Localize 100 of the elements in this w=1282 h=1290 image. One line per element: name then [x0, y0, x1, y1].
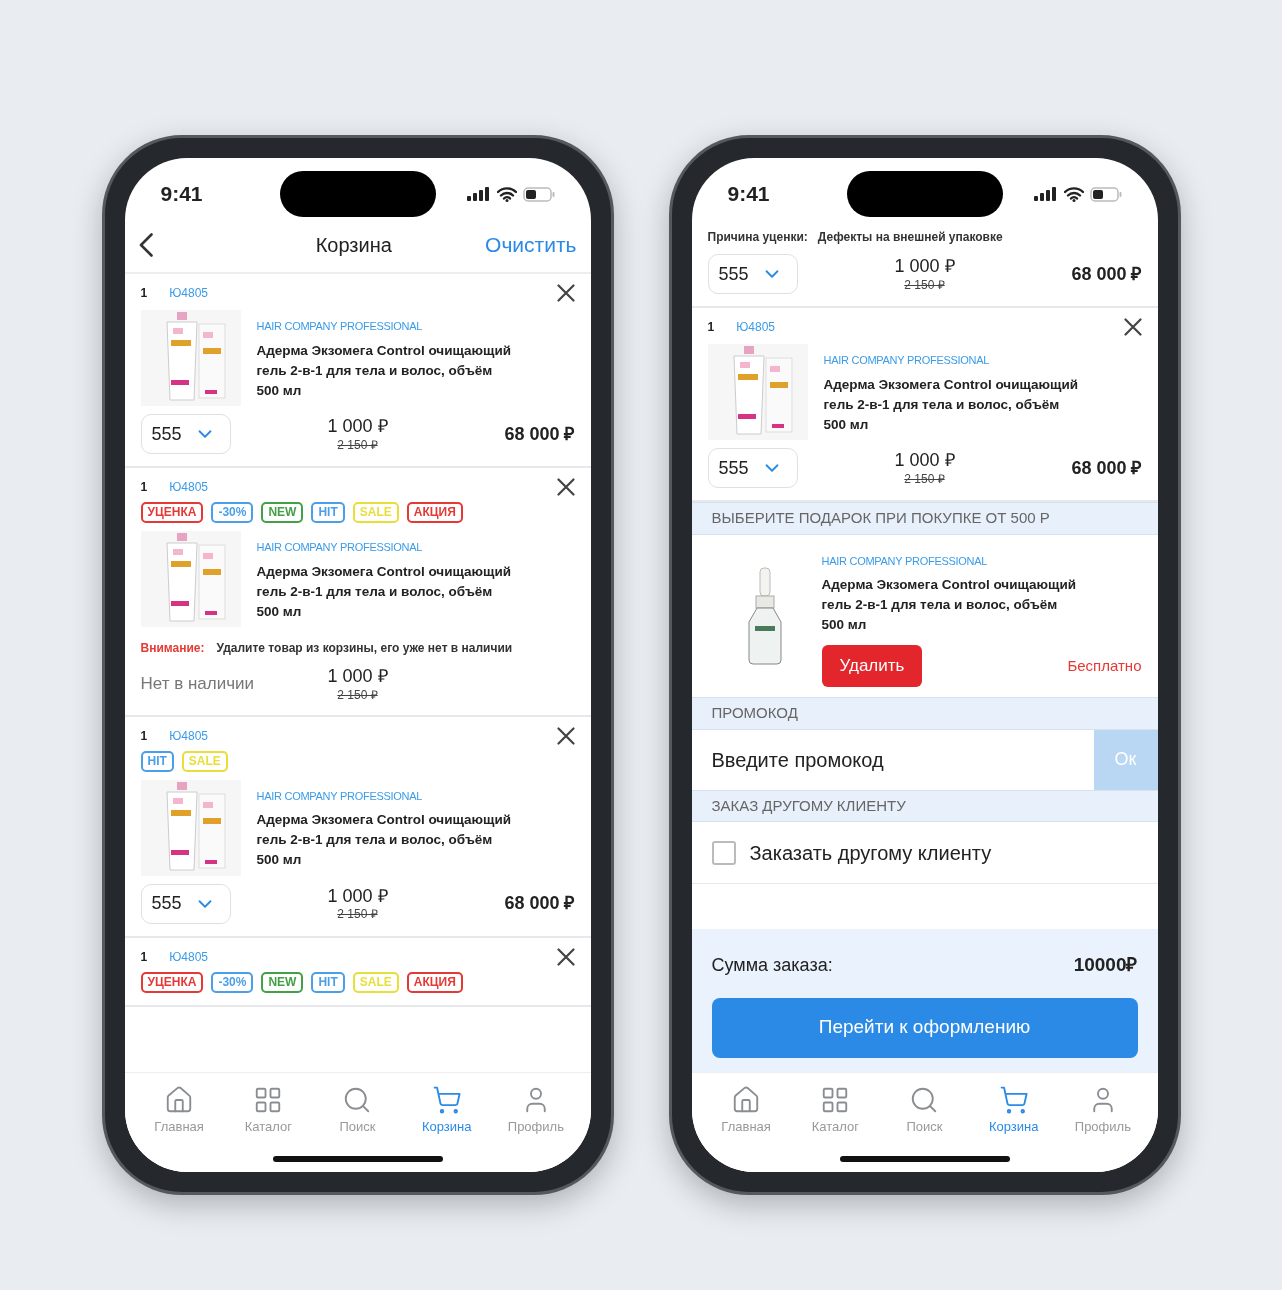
brand-name: HAIR COMPANY PROFESSIONAL: [821, 553, 989, 569]
item-number: 1: [140, 479, 148, 496]
price: 1 000 ₽: [327, 415, 388, 438]
remove-button[interactable]: Удалить: [821, 645, 923, 687]
close-icon: [1123, 318, 1142, 336]
product-tag: NEW: [261, 502, 304, 523]
signal-icon: [466, 187, 491, 201]
product-tag: АКЦИЯ: [406, 502, 463, 523]
quantity-select[interactable]: 555: [707, 448, 798, 488]
quantity-select[interactable]: 555: [140, 414, 231, 454]
battery-icon: [1089, 186, 1122, 202]
product-tag: -30%: [211, 502, 254, 523]
product-name: Адерма Экзомега Control очищающий гель 2-в-1 для тела и волос, объём 500 мл: [821, 576, 1077, 634]
product-tag: HIT: [140, 750, 174, 772]
total-price: 68 000 ₽: [504, 423, 575, 444]
warning-text: Удалите товар из корзины, его уже нет в наличии: [216, 640, 513, 657]
product-tag: УЦЕНКА: [140, 971, 204, 993]
product-tag: HIT: [311, 502, 345, 523]
checkbox-label: Заказать другому клиенту: [749, 840, 992, 866]
cart-icon: [431, 1084, 462, 1115]
price: 1 000 ₽: [327, 884, 388, 908]
close-button[interactable]: [556, 478, 575, 496]
status-time: 9:41: [160, 181, 204, 208]
back-chevron-icon: [138, 233, 153, 257]
old-price: 2 150 ₽: [337, 687, 378, 703]
product-tag: -30%: [211, 971, 254, 993]
tab-bar-item[interactable]: Поиск: [884, 1084, 965, 1136]
close-button[interactable]: [556, 284, 575, 302]
back-button[interactable]: [138, 233, 153, 257]
product-tag: АКЦИЯ: [406, 971, 463, 993]
availability-text: Нет в наличии: [140, 674, 255, 693]
checkout-button[interactable]: Перейти к оформлению: [711, 997, 1138, 1058]
brand-name: HAIR COMPANY PROFESSIONAL: [256, 540, 424, 555]
checkbox[interactable]: [711, 840, 736, 865]
close-button[interactable]: [556, 947, 575, 966]
product-tag: SALE: [352, 971, 399, 993]
brand-name: HAIR COMPANY PROFESSIONAL: [823, 353, 991, 368]
order-sum-label: Сумма заказа:: [711, 953, 833, 977]
tab-bar-item[interactable]: Профиль: [1062, 1084, 1143, 1136]
item-number: 1: [707, 319, 715, 336]
signal-icon: [1033, 187, 1058, 201]
close-icon: [556, 478, 575, 496]
wifi-icon: [1063, 186, 1084, 202]
section-heading: ЗАКАЗ ДРУГОМУ КЛИЕНТУ: [691, 789, 1158, 822]
price: 1 000 ₽: [894, 449, 955, 472]
free-label: Бесплатно: [1067, 655, 1142, 676]
product-tag: SALE: [181, 750, 228, 772]
item-number: 1: [140, 285, 148, 302]
section-heading: ВЫБЕРИТЕ ПОДАРОК ПРИ ПОКУПКЕ ОТ 500 Р: [691, 502, 1158, 535]
product-code: Ю4805: [736, 319, 775, 336]
old-price: 2 150 ₽: [904, 471, 945, 487]
cart-icon: [998, 1084, 1029, 1115]
battery-icon: [522, 186, 555, 202]
close-button[interactable]: [1123, 318, 1142, 336]
product-name: Адерма Экзомега Control очищающий гель 2-в-1 для тела и волос, объём 500 мл: [256, 562, 512, 621]
brand-name: HAIR COMPANY PROFESSIONAL: [256, 788, 424, 804]
reason-label: Причина уценки:: [707, 229, 808, 246]
product-code: Ю4805: [169, 727, 208, 745]
tab-bar-item[interactable]: Каталог: [228, 1084, 309, 1136]
screen-title: Корзина: [315, 233, 392, 258]
tab-bar-item[interactable]: Корзина: [973, 1084, 1054, 1136]
brand-name: HAIR COMPANY PROFESSIONAL: [256, 319, 424, 334]
product-tag: SALE: [352, 502, 399, 523]
product-name: Адерма Экзомега Control очищающий гель 2-в-1 для тела и волос, объём 500 мл: [256, 811, 512, 869]
product-tag: УЦЕНКА: [140, 502, 204, 523]
clear-link[interactable]: Очистить: [485, 229, 577, 261]
item-number: 1: [140, 948, 148, 966]
old-price: 2 150 ₽: [337, 437, 378, 453]
product-name: Адерма Экзомега Control очищающий гель 2-в-1 для тела и волос, объём 500 мл: [823, 375, 1079, 434]
tab-bar-item[interactable]: Главная: [139, 1084, 220, 1136]
quantity-select[interactable]: 555: [707, 254, 798, 294]
tab-bar-item[interactable]: Корзина: [406, 1084, 487, 1136]
item-number: 1: [140, 727, 148, 745]
total-price: 68 000 ₽: [504, 893, 575, 913]
tab-bar-item[interactable]: Профиль: [495, 1084, 576, 1136]
close-icon: [556, 284, 575, 302]
status-time: 9:41: [727, 181, 771, 208]
section-heading: ПРОМОКОД: [691, 697, 1158, 730]
price: 1 000 ₽: [894, 255, 955, 278]
product-tag: NEW: [261, 971, 304, 993]
wifi-icon: [496, 186, 517, 202]
product-code: Ю4805: [169, 948, 208, 966]
quantity-select[interactable]: 555: [140, 883, 231, 924]
total-price: 68 000 ₽: [1071, 263, 1142, 284]
tab-bar-item[interactable]: Каталог: [795, 1084, 876, 1136]
reason-text: Дефекты на внешней упаковке: [817, 229, 1003, 246]
warning-label: Внимание:: [140, 640, 205, 657]
close-icon: [556, 726, 575, 745]
tab-bar-item[interactable]: Поиск: [317, 1084, 398, 1136]
order-sum-value: 10000₽: [1073, 953, 1138, 977]
product-name: Адерма Экзомега Control очищающий гель 2-в-1 для тела и волос, объём 500 мл: [256, 341, 512, 400]
old-price: 2 150 ₽: [904, 277, 945, 293]
total-price: 68 000 ₽: [1071, 457, 1142, 478]
close-button[interactable]: [556, 726, 575, 745]
old-price: 2 150 ₽: [337, 907, 378, 923]
tab-bar-item[interactable]: Главная: [706, 1084, 787, 1136]
product-code: Ю4805: [169, 285, 208, 302]
product-code: Ю4805: [169, 479, 208, 496]
product-tag: HIT: [311, 971, 345, 993]
close-icon: [556, 947, 575, 966]
